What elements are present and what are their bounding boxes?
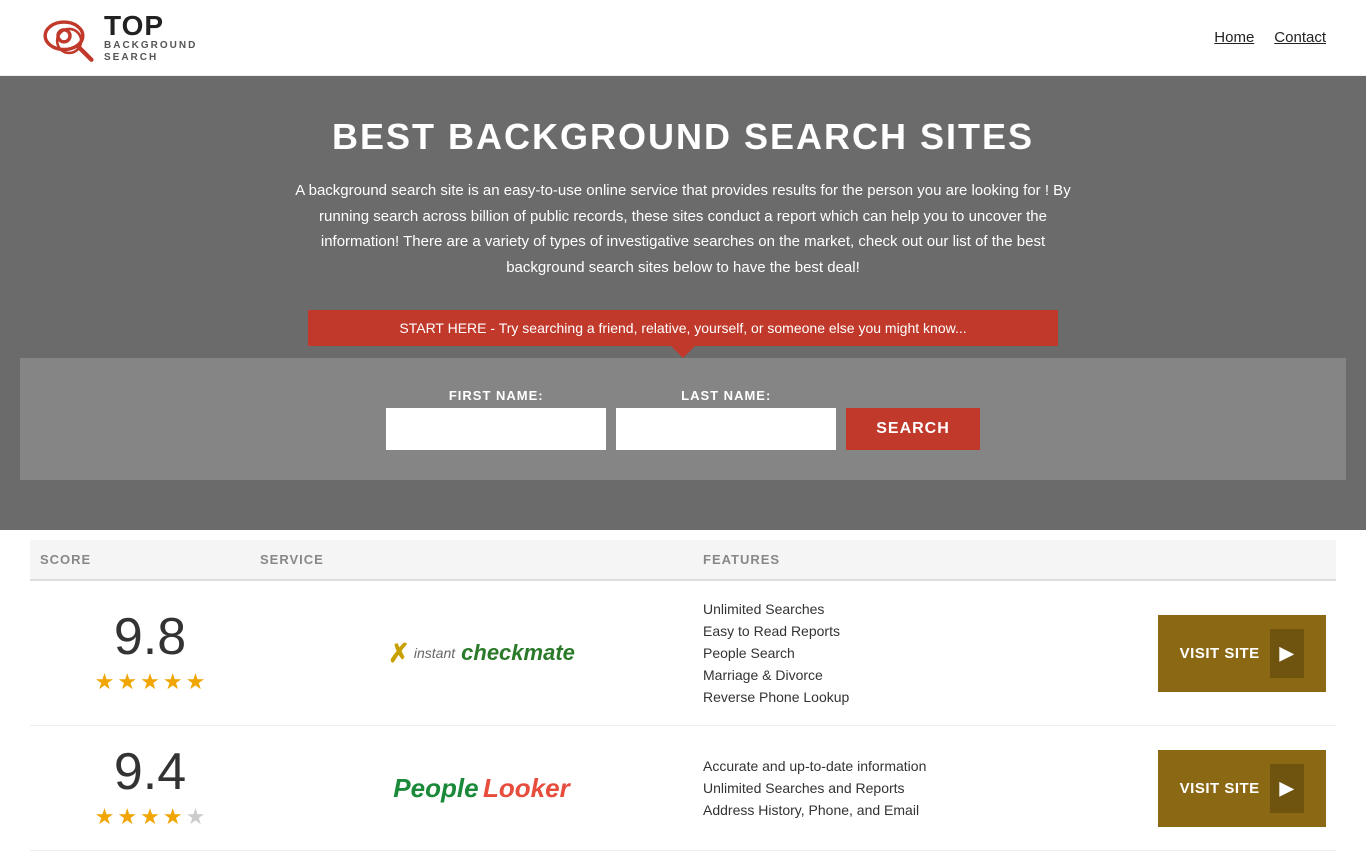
header: TOP BACKGROUNDSEARCH Home Contact (0, 0, 1366, 76)
service-cell-2: People Looker (260, 773, 703, 804)
last-name-label: LAST NAME: (616, 388, 836, 403)
first-name-input[interactable] (386, 408, 606, 450)
checkmate-logo: ✗ instant checkmate (388, 638, 575, 669)
feature-1-1: Unlimited Searches (703, 601, 1146, 617)
score-number-1: 9.8 (114, 611, 186, 663)
search-form: FIRST NAME: LAST NAME: SEARCH (40, 388, 1326, 450)
table-row-2: 9.4 ★ ★ ★ ★ ★ People Looker Accurate and… (30, 726, 1336, 851)
logo-icon (40, 10, 100, 65)
header-features: FEATURES (703, 552, 1146, 567)
first-name-label: FIRST NAME: (386, 388, 606, 403)
features-cell-1: Unlimited Searches Easy to Read Reports … (703, 601, 1146, 705)
logo: TOP BACKGROUNDSEARCH (40, 10, 197, 65)
star-1: ★ (95, 669, 115, 695)
instant-label: instant (414, 645, 455, 661)
score-cell-2: 9.4 ★ ★ ★ ★ ★ (40, 746, 260, 830)
search-banner-arrow (671, 346, 695, 358)
star-2-5: ★ (186, 804, 206, 830)
visit-site-button-1[interactable]: VISIT SITE ▶ (1158, 615, 1326, 692)
checkmate-label: checkmate (461, 640, 575, 666)
search-form-area: FIRST NAME: LAST NAME: SEARCH (20, 358, 1346, 480)
last-name-group: LAST NAME: (616, 388, 836, 450)
nav-contact[interactable]: Contact (1274, 29, 1326, 46)
header-score: SCORE (40, 552, 260, 567)
results-table-section: SCORE SERVICE FEATURES 9.8 ★ ★ ★ ★ ★ ✗ i… (0, 540, 1366, 851)
table-row: 9.8 ★ ★ ★ ★ ★ ✗ instant checkmate Unlimi… (30, 581, 1336, 726)
visit-cell-1: VISIT SITE ▶ (1146, 615, 1326, 692)
search-banner-text: START HERE - Try searching a friend, rel… (399, 320, 966, 336)
feature-1-2: Easy to Read Reports (703, 623, 1146, 639)
visit-arrow-icon-2: ▶ (1270, 764, 1304, 813)
star-2-3: ★ (140, 804, 160, 830)
logo-sub-label: BACKGROUNDSEARCH (104, 40, 197, 64)
main-nav: Home Contact (1214, 29, 1326, 46)
star-2: ★ (117, 669, 137, 695)
first-name-group: FIRST NAME: (386, 388, 606, 450)
star-5: ★ (186, 669, 206, 695)
header-service: SERVICE (260, 552, 703, 567)
logo-text: TOP BACKGROUNDSEARCH (104, 12, 197, 64)
search-banner: START HERE - Try searching a friend, rel… (308, 310, 1058, 346)
star-3: ★ (140, 669, 160, 695)
feature-1-3: People Search (703, 645, 1146, 661)
stars-2: ★ ★ ★ ★ ★ (95, 804, 206, 830)
hero-description: A background search site is an easy-to-u… (293, 178, 1073, 280)
visit-site-label-2: VISIT SITE (1180, 780, 1260, 797)
table-header: SCORE SERVICE FEATURES (30, 540, 1336, 581)
people-label: People (393, 773, 478, 803)
visit-cell-2: VISIT SITE ▶ (1146, 750, 1326, 827)
logo-top-label: TOP (104, 12, 197, 40)
star-4: ★ (163, 669, 183, 695)
feature-2-3: Address History, Phone, and Email (703, 802, 1146, 818)
visit-arrow-icon-1: ▶ (1270, 629, 1304, 678)
star-2-4: ★ (163, 804, 183, 830)
nav-home[interactable]: Home (1214, 29, 1254, 46)
looker-label: Looker (483, 773, 570, 803)
search-button[interactable]: SEARCH (846, 408, 980, 450)
features-cell-2: Accurate and up-to-date information Unli… (703, 758, 1146, 818)
score-number-2: 9.4 (114, 746, 186, 798)
feature-2-2: Unlimited Searches and Reports (703, 780, 1146, 796)
star-2-1: ★ (95, 804, 115, 830)
star-2-2: ★ (117, 804, 137, 830)
feature-1-4: Marriage & Divorce (703, 667, 1146, 683)
peoplelooker-logo: People Looker (393, 773, 569, 804)
checkmate-x-icon: ✗ (388, 638, 410, 669)
header-action (1146, 552, 1326, 567)
hero-section: BEST BACKGROUND SEARCH SITES A backgroun… (0, 76, 1366, 530)
score-cell-1: 9.8 ★ ★ ★ ★ ★ (40, 611, 260, 695)
last-name-input[interactable] (616, 408, 836, 450)
visit-site-button-2[interactable]: VISIT SITE ▶ (1158, 750, 1326, 827)
feature-2-1: Accurate and up-to-date information (703, 758, 1146, 774)
feature-1-5: Reverse Phone Lookup (703, 689, 1146, 705)
visit-site-label-1: VISIT SITE (1180, 645, 1260, 662)
hero-title: BEST BACKGROUND SEARCH SITES (20, 116, 1346, 158)
stars-1: ★ ★ ★ ★ ★ (95, 669, 206, 695)
service-cell-1: ✗ instant checkmate (260, 638, 703, 669)
